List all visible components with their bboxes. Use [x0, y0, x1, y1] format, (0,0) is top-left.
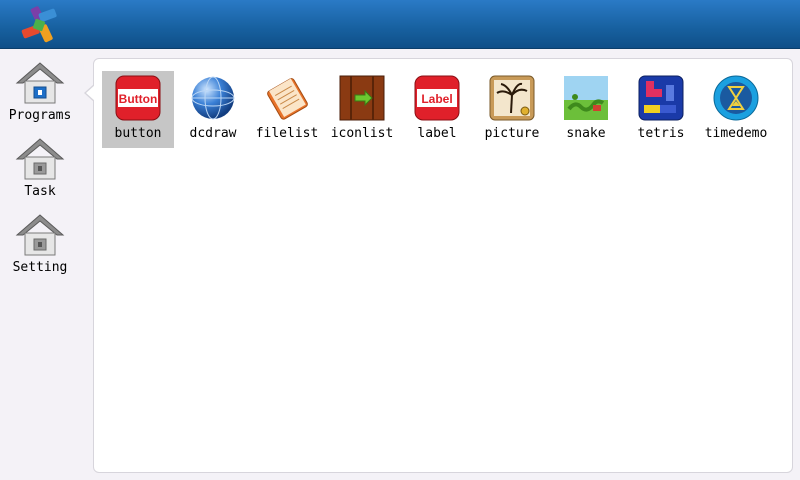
app-filelist[interactable]: filelist — [251, 71, 323, 148]
app-label: timedemo — [704, 126, 768, 141]
app-label: snake — [566, 126, 606, 141]
top-bar — [0, 0, 800, 49]
sidebar-item-label: Task — [24, 184, 56, 199]
tetris-icon — [638, 75, 684, 121]
globe-icon — [190, 75, 236, 121]
home-icon — [15, 137, 65, 181]
app-label-demo[interactable]: Label label — [401, 71, 473, 148]
app-label: filelist — [255, 126, 319, 141]
sidebar-item-label: Setting — [12, 260, 68, 275]
sidebar: Programs Task Setting — [0, 49, 90, 480]
svg-text:Label: Label — [421, 92, 452, 106]
snake-icon — [563, 75, 609, 121]
panel-pointer — [84, 84, 95, 102]
home-icon — [15, 61, 65, 105]
app-label: iconlist — [330, 126, 394, 141]
notebook-icon — [264, 75, 310, 121]
wood-box-icon — [339, 75, 385, 121]
sidebar-item-task[interactable]: Task — [0, 131, 80, 205]
app-iconlist[interactable]: iconlist — [326, 71, 398, 148]
app-dcdraw[interactable]: dcdraw — [177, 71, 249, 148]
app-button[interactable]: Button button — [102, 71, 174, 148]
app-tetris[interactable]: tetris — [625, 71, 697, 148]
sidebar-item-label: Programs — [8, 108, 72, 123]
label-app-icon: Label — [414, 75, 460, 121]
app-label: label — [417, 126, 457, 141]
home-icon — [15, 213, 65, 257]
pinwheel-logo-icon[interactable] — [19, 5, 59, 45]
app-label: dcdraw — [189, 126, 237, 141]
picture-icon — [489, 75, 535, 121]
svg-text:Button: Button — [119, 92, 158, 106]
app-label: button — [114, 126, 162, 141]
button-app-icon: Button — [115, 75, 161, 121]
hourglass-icon — [713, 75, 759, 121]
sidebar-item-programs[interactable]: Programs — [0, 55, 80, 129]
sidebar-item-setting[interactable]: Setting — [0, 207, 80, 281]
app-timedemo[interactable]: timedemo — [700, 71, 772, 148]
app-label: tetris — [637, 126, 685, 141]
app-label: picture — [484, 126, 540, 141]
app-snake[interactable]: snake — [550, 71, 622, 148]
app-picture[interactable]: picture — [476, 71, 548, 148]
